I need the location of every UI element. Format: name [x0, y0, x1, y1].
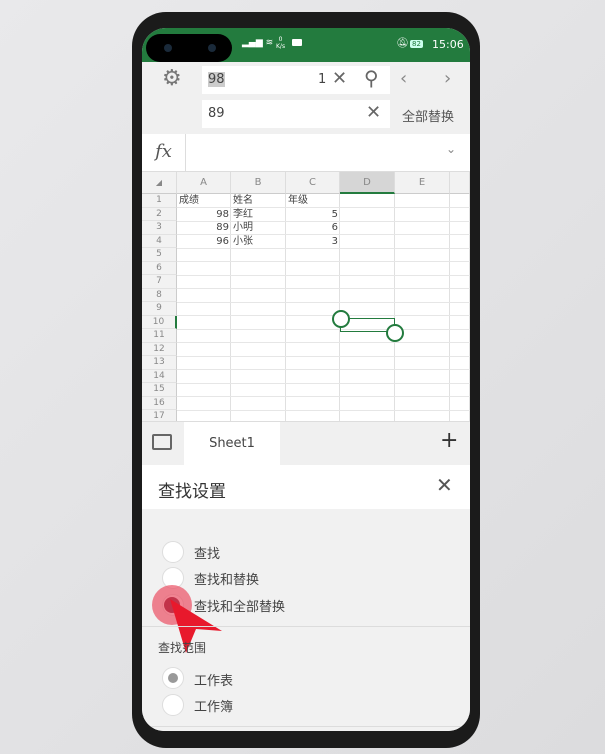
row-header[interactable]: 4 [142, 234, 177, 248]
cell[interactable]: 年级 [286, 194, 340, 208]
column-header[interactable]: E [395, 172, 450, 194]
row-header[interactable]: 13 [142, 356, 177, 370]
find-replace-toolbar: ⚙ 98 1 ✕ ⚲ ‹ › 89 ✕ 全部替换 [142, 62, 470, 134]
gridline [177, 301, 470, 303]
gridline [177, 315, 470, 316]
replace-value: 89 [208, 106, 225, 121]
tab-sheet1[interactable]: Sheet1 [184, 422, 280, 465]
radio-workbook[interactable] [162, 694, 184, 716]
scope-label-worksheet: 工作表 [194, 674, 234, 689]
radio-worksheet[interactable] [162, 667, 184, 689]
row-header[interactable]: 15 [142, 383, 177, 397]
select-all-corner[interactable]: ◢ [142, 172, 177, 194]
row-header[interactable]: 5 [142, 248, 177, 262]
divider [142, 626, 470, 627]
cell[interactable]: 98 [177, 208, 231, 222]
chevron-down-icon[interactable]: ⌄ [446, 142, 456, 156]
add-sheet-button[interactable]: + [440, 428, 458, 453]
find-input[interactable]: 98 1 ✕ ⚲ [202, 66, 390, 94]
row-header[interactable]: 9 [142, 302, 177, 316]
row-header[interactable]: 8 [142, 288, 177, 302]
previous-match-button[interactable]: ‹ [400, 68, 407, 89]
find-value: 98 [208, 72, 225, 87]
gridline [177, 382, 470, 384]
camera-cutout [146, 34, 232, 62]
settings-title: 查找设置 [158, 482, 226, 502]
next-match-button[interactable]: › [444, 68, 451, 89]
cell[interactable]: 89 [177, 221, 231, 235]
gridline [177, 261, 470, 262]
gridline [177, 288, 470, 289]
gridline [177, 342, 470, 343]
gridline [177, 355, 470, 357]
cell[interactable]: 小明 [231, 221, 286, 235]
row-header[interactable]: 16 [142, 396, 177, 410]
row-header[interactable]: 2 [142, 207, 177, 221]
cell[interactable]: 姓名 [231, 194, 286, 208]
column-header[interactable]: A [177, 172, 231, 194]
clear-replace-icon[interactable]: ✕ [366, 102, 381, 123]
clock: 15:06 [432, 38, 464, 51]
formula-input[interactable] [190, 142, 440, 162]
selection-handle[interactable] [386, 324, 404, 342]
signal-icon: ▂▄▆ ≋ [242, 38, 274, 48]
settings-header: 查找设置 ✕ [142, 465, 470, 509]
column-header[interactable]: B [231, 172, 286, 194]
search-icon[interactable]: ⚲ [364, 66, 379, 90]
mode-label-find-replace: 查找和替换 [194, 573, 260, 588]
cell[interactable]: 李红 [231, 208, 286, 222]
cell[interactable]: 小张 [231, 235, 286, 249]
match-count: 1 [318, 72, 327, 87]
gridline [177, 328, 470, 330]
cell[interactable]: 6 [286, 221, 340, 235]
sheet-tab-bar: Sheet1 + [142, 421, 470, 465]
mute-icon: 🔕︎ [396, 38, 409, 49]
formula-bar: fx ⌄ [142, 134, 470, 172]
replace-input[interactable]: 89 ✕ [202, 100, 390, 128]
selection-handle[interactable] [332, 310, 350, 328]
radio-find[interactable] [162, 541, 184, 563]
row-header[interactable]: 1 [142, 194, 177, 208]
clear-find-icon[interactable]: ✕ [332, 68, 347, 89]
gridline [177, 274, 470, 276]
row-header[interactable]: 12 [142, 342, 177, 356]
video-icon [292, 39, 302, 46]
close-icon[interactable]: ✕ [436, 473, 453, 497]
gear-icon[interactable]: ⚙ [162, 66, 182, 91]
status-bar: ▂▄▆ ≋ 0 K/s 🔕︎ 82 15:06 [142, 28, 470, 62]
gridline [177, 396, 470, 397]
cell[interactable]: 3 [286, 235, 340, 249]
gridline [449, 194, 450, 422]
column-header[interactable] [450, 172, 470, 194]
find-settings-panel: 查找设置 ✕ 查找 查找和替换 查找和全部替换 查找范围 工作表 工作簿 匹配 [142, 465, 470, 731]
cell[interactable]: 96 [177, 235, 231, 249]
mode-label-find: 查找 [194, 547, 221, 562]
row-header[interactable]: 6 [142, 261, 177, 275]
battery-indicator: 82 [410, 40, 423, 48]
network-speed: 0 K/s [276, 36, 286, 50]
row-header[interactable]: 10 [142, 315, 177, 329]
screen: ▂▄▆ ≋ 0 K/s 🔕︎ 82 15:06 ⚙ 98 1 ✕ ⚲ ‹ › 89… [142, 28, 470, 731]
divider [142, 726, 470, 727]
gridline [177, 369, 470, 370]
row-header[interactable]: 11 [142, 329, 177, 343]
sheet-panel-icon[interactable] [152, 434, 172, 450]
fx-icon: fx [142, 134, 186, 171]
column-header[interactable]: D [340, 172, 395, 194]
cell[interactable]: 5 [286, 208, 340, 222]
row-header[interactable]: 3 [142, 221, 177, 235]
gridline [394, 194, 395, 422]
replace-all-button[interactable]: 全部替换 [402, 106, 454, 125]
spreadsheet-grid[interactable]: ◢ A B C D E 1 2 3 4 5 6 7 8 9 10 11 12 13 14 15 16 17 成绩 姓名 年级 98… [142, 172, 470, 424]
scope-title: 查找范围 [158, 641, 207, 655]
cell[interactable]: 成绩 [177, 194, 231, 208]
gridline [177, 409, 470, 411]
scope-label-workbook: 工作簿 [194, 700, 234, 715]
row-header[interactable]: 14 [142, 369, 177, 383]
gridline [469, 194, 470, 422]
column-header[interactable]: C [286, 172, 340, 194]
row-header[interactable]: 7 [142, 275, 177, 289]
